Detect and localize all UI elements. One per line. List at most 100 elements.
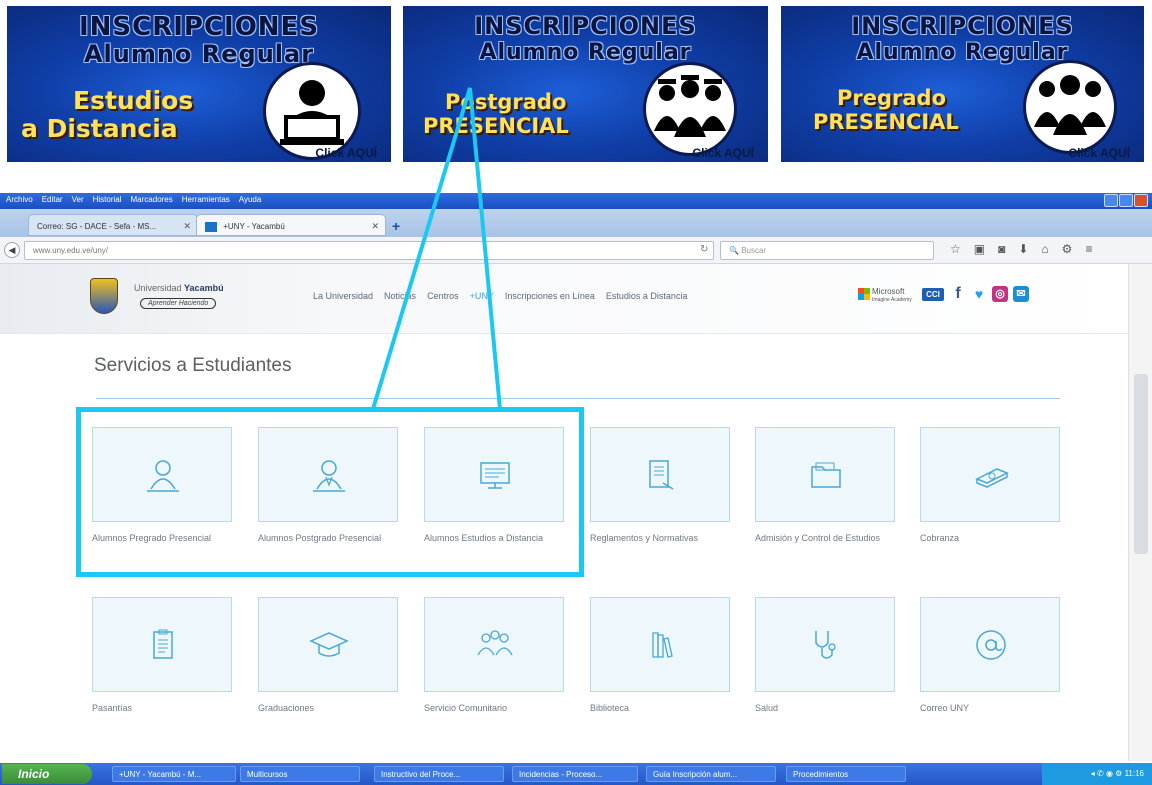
nav-la-universidad[interactable]: La Universidad: [313, 291, 373, 301]
tab-uny[interactable]: +UNY - Yacambú ✕: [196, 214, 386, 236]
banner-program: Pregrado: [837, 86, 947, 110]
menu-item[interactable]: Archivo: [6, 195, 33, 204]
tile-label: Cobranza: [920, 533, 960, 543]
system-tray: ◂ ✆ ◉ ⚙ 11:16: [1042, 763, 1152, 785]
screenshot-stage: INSCRIPCIONES Alumno Regular Estudios a …: [0, 0, 1152, 785]
banner-title: INSCRIPCIONES: [78, 12, 320, 42]
menu-item[interactable]: Editar: [42, 195, 63, 204]
community-icon: [477, 630, 513, 656]
banner-modality: PRESENCIAL: [813, 110, 959, 134]
tile-label: Biblioteca: [590, 703, 630, 713]
tile-label: Graduaciones: [258, 703, 315, 713]
url-bar[interactable]: www.uny.edu.ve/uny/: [24, 241, 714, 260]
tile-icon-box: [755, 427, 895, 522]
graduates-group-icon: [643, 62, 737, 156]
ms-text: Microsoft: [872, 287, 905, 296]
url-text: www.uny.edu.ve/uny/: [33, 246, 109, 255]
search-input[interactable]: 🔍 Buscar: [720, 241, 934, 260]
home-icon[interactable]: ⌂: [1041, 242, 1048, 256]
tile-label: Pasantías: [92, 703, 133, 713]
money-icon: [975, 468, 1009, 488]
highlight-box: [76, 407, 584, 577]
navigation-bar: ◀ www.uny.edu.ve/uny/ ↻ 🔍 Buscar ☆ ▣ ◙ ⬇…: [0, 237, 1152, 264]
site-nav: La Universidad Noticias Centros +UNY Ins…: [313, 291, 687, 301]
tab-label: +UNY - Yacambú: [223, 222, 285, 232]
close-tab-icon[interactable]: ✕: [183, 221, 191, 232]
clipboard-icon[interactable]: ▣: [974, 242, 985, 256]
minimize-button[interactable]: [1104, 194, 1118, 207]
reload-icon[interactable]: ↻: [700, 244, 708, 255]
menu-item[interactable]: Herramientas: [182, 195, 230, 204]
nav-mas-uny[interactable]: +UNY: [470, 291, 494, 301]
site-header: Universidad Yacambú Aprender Haciendo La…: [0, 264, 1128, 334]
close-button[interactable]: [1134, 194, 1148, 207]
stethoscope-icon: [815, 631, 836, 659]
email-icon[interactable]: ✉: [1013, 286, 1029, 302]
tile-icon-box: [92, 597, 232, 692]
logo-name: Universidad: [134, 283, 182, 293]
search-placeholder: Buscar: [741, 246, 767, 255]
microsoft-logo-icon[interactable]: [858, 288, 870, 300]
taskbar-item[interactable]: Guía Inscripción alum...: [646, 766, 776, 782]
taskbar-item[interactable]: Multicursos: [240, 766, 360, 782]
new-tab-button[interactable]: +: [392, 218, 408, 234]
menu-item[interactable]: Ayuda: [239, 195, 262, 204]
clock-text: 11:16: [1124, 769, 1144, 778]
university-logo-icon[interactable]: [90, 278, 118, 314]
section-title: Servicios a Estudiantes: [94, 355, 292, 376]
twitter-icon[interactable]: ♥: [971, 286, 987, 302]
folder-icon: [811, 462, 841, 488]
tile-label: Salud: [755, 703, 779, 713]
nav-inscripciones[interactable]: Inscripciones en Línea: [505, 291, 595, 301]
instagram-icon[interactable]: ◎: [992, 286, 1008, 302]
banner-pregrado[interactable]: INSCRIPCIONES Alumno Regular Pregrado PR…: [781, 6, 1144, 162]
tile-icon-box: [920, 427, 1060, 522]
banner-title: INSCRIPCIONES: [474, 12, 697, 40]
extension-icon[interactable]: ⚙: [1062, 242, 1073, 256]
scrollbar-thumb[interactable]: [1134, 374, 1148, 554]
title-bar: Archivo Editar Ver Historial Marcadores …: [0, 193, 1152, 209]
banner-distancia[interactable]: INSCRIPCIONES Alumno Regular Estudios a …: [7, 6, 391, 162]
tab-bar: Correo: SG - DACE - Sefa - MS... ✕ +UNY …: [0, 209, 1152, 237]
clipboard-icon: [153, 629, 173, 659]
nav-noticias[interactable]: Noticias: [384, 291, 416, 301]
menu-item[interactable]: Marcadores: [131, 195, 173, 204]
download-icon[interactable]: ⬇: [1018, 242, 1028, 256]
cci-badge[interactable]: CCI: [922, 288, 944, 301]
taskbar-item[interactable]: Incidencias - Proceso...: [512, 766, 638, 782]
menu-icon[interactable]: ≡: [1085, 242, 1092, 256]
bookmark-star-icon[interactable]: ☆: [950, 242, 961, 256]
nav-estudios-distancia[interactable]: Estudios a Distancia: [606, 291, 688, 301]
back-button[interactable]: ◀: [4, 242, 20, 258]
tile-icon-box: [424, 597, 564, 692]
banner-program: Postgrado: [445, 90, 567, 114]
menu-bar: Archivo Editar Ver Historial Marcadores …: [6, 195, 261, 204]
close-tab-icon[interactable]: ✕: [371, 221, 379, 232]
start-button[interactable]: Inicio: [2, 764, 92, 784]
banner-modality: PRESENCIAL: [423, 114, 569, 138]
tile-label: Reglamentos y Normativas: [590, 533, 699, 543]
nav-centros[interactable]: Centros: [427, 291, 459, 301]
menu-item[interactable]: Ver: [72, 195, 84, 204]
logo-text: Universidad Yacambú: [134, 283, 224, 293]
tile-icon-box: [590, 427, 730, 522]
facebook-icon[interactable]: f: [950, 286, 966, 302]
tile-label: Correo UNY: [920, 703, 970, 713]
window-controls: [1104, 194, 1148, 207]
banner-click-label: Click AQUÍ: [692, 146, 754, 160]
logo-name-bold: Yacambú: [184, 283, 224, 293]
banner-postgrado[interactable]: INSCRIPCIONES Alumno Regular Postgrado P…: [403, 6, 768, 162]
document-icon: [649, 460, 674, 490]
taskbar-item[interactable]: Procedimientos: [786, 766, 906, 782]
tab-correo[interactable]: Correo: SG - DACE - Sefa - MS... ✕: [28, 214, 198, 236]
tile-icon-box: [920, 597, 1060, 692]
tab-label: Correo: SG - DACE - Sefa - MS...: [37, 222, 157, 231]
menu-item[interactable]: Historial: [93, 195, 122, 204]
maximize-button[interactable]: [1119, 194, 1133, 207]
mortarboard-icon: [309, 632, 349, 657]
taskbar-item[interactable]: +UNY - Yacambú - M...: [112, 766, 236, 782]
page-scrollbar[interactable]: [1128, 264, 1152, 761]
taskbar-item[interactable]: Instructivo del Proce...: [374, 766, 504, 782]
site-favicon-icon: [205, 222, 217, 232]
pocket-icon[interactable]: ◙: [998, 242, 1005, 256]
